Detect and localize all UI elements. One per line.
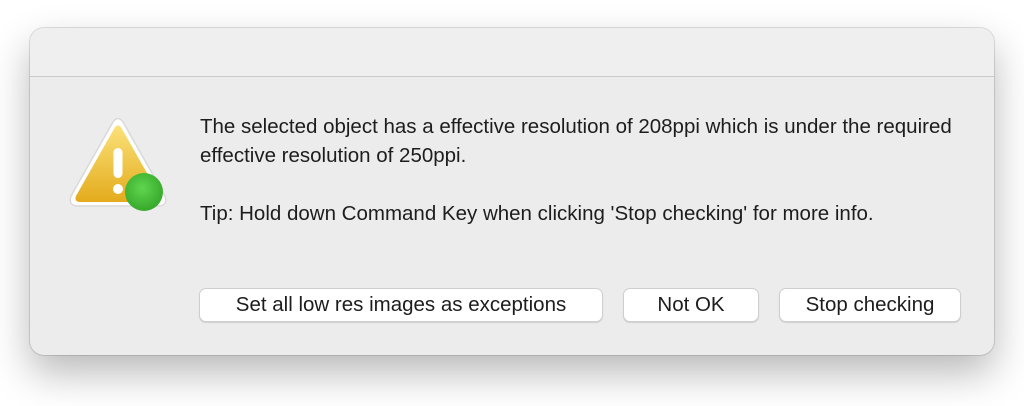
message-text: The selected object has a effective reso… <box>200 115 952 167</box>
alert-message: The selected object has a effective reso… <box>200 112 960 228</box>
alert-dialog: The selected object has a effective reso… <box>30 28 994 355</box>
stop-checking-button[interactable]: Stop checking <box>779 288 961 322</box>
dialog-titlebar <box>30 28 994 77</box>
tip-text: Tip: Hold down Command Key when clicking… <box>200 202 874 225</box>
green-status-dot-icon <box>125 173 163 211</box>
not-ok-button[interactable]: Not OK <box>623 288 759 322</box>
set-exceptions-button[interactable]: Set all low res images as exceptions <box>199 288 603 322</box>
warning-icon <box>66 116 170 216</box>
